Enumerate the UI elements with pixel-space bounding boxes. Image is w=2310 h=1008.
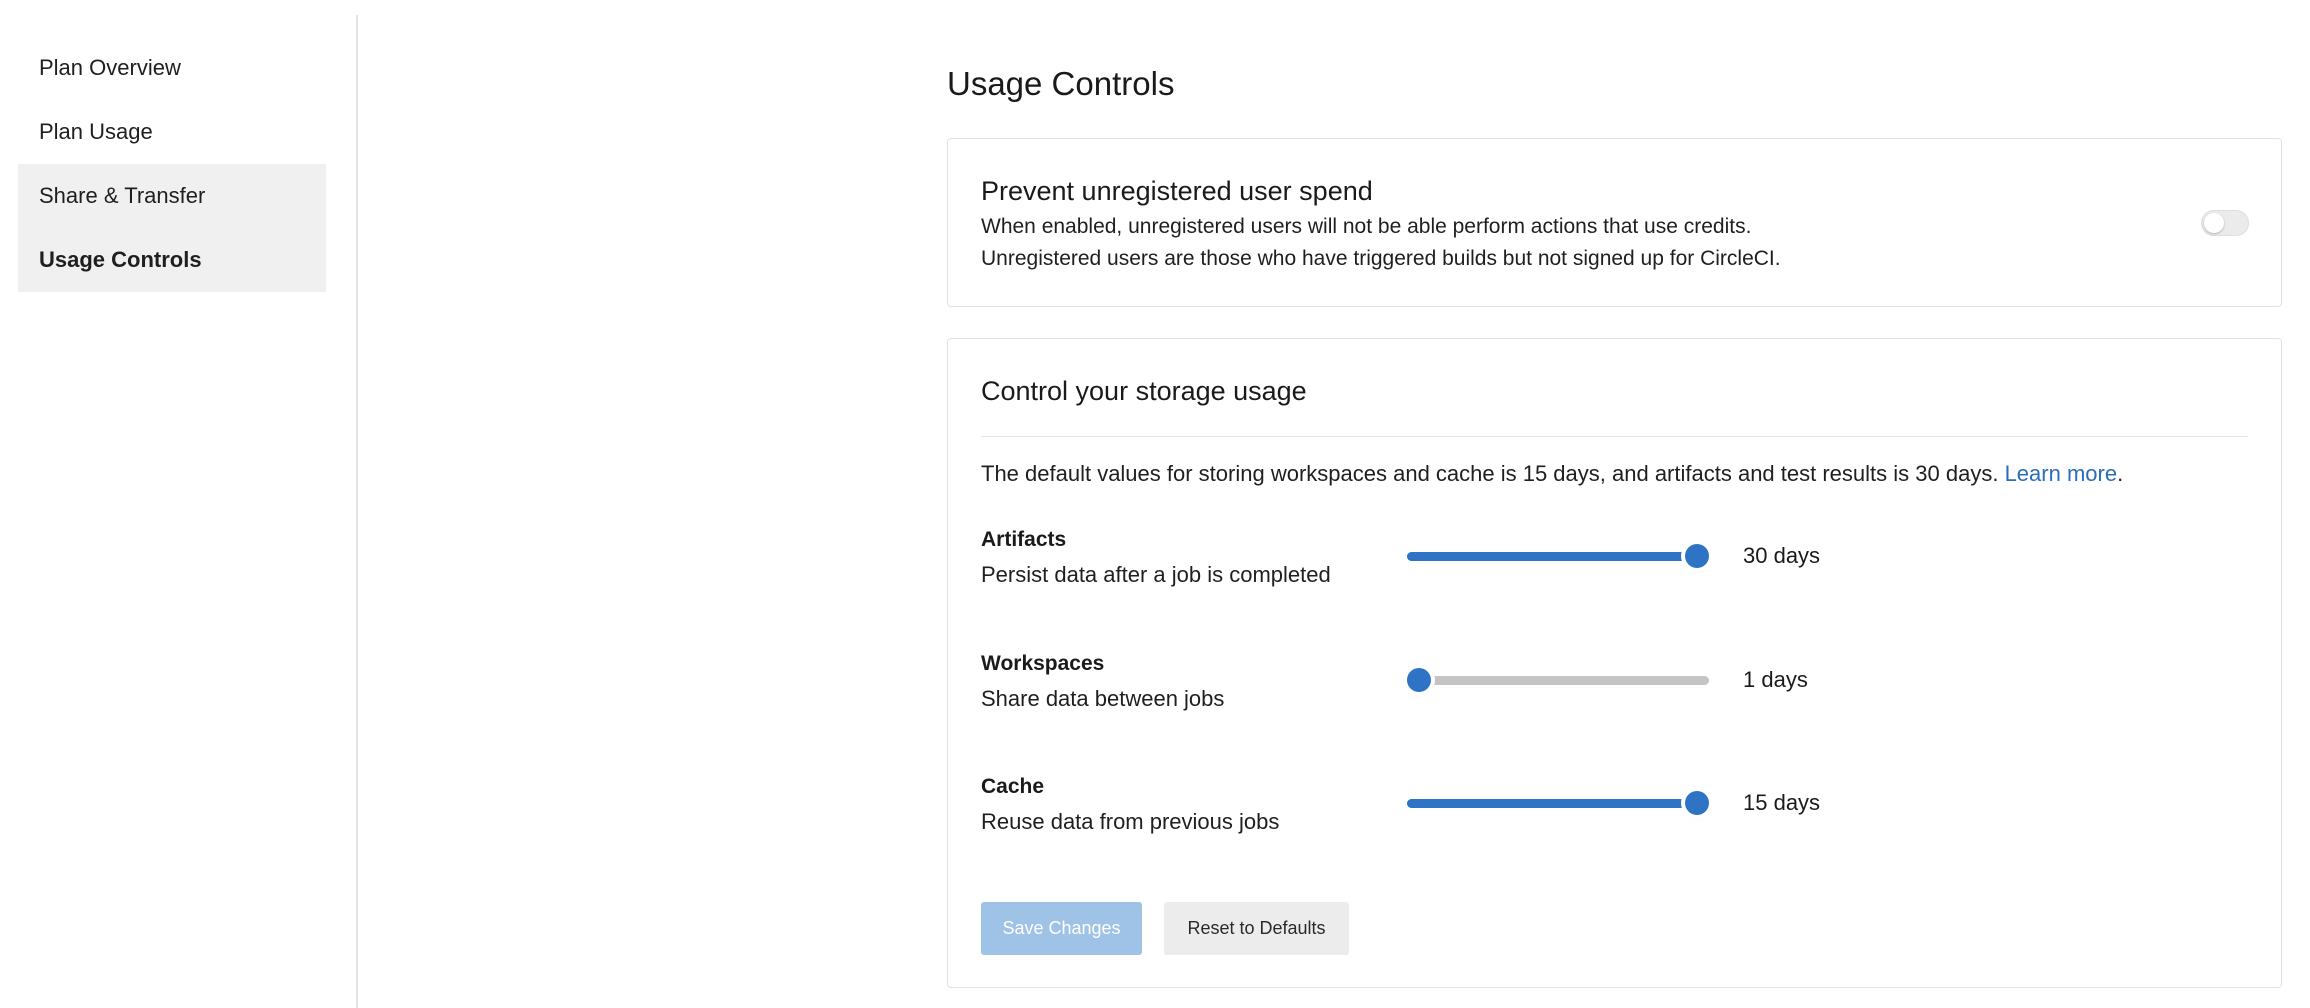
workspaces-slider[interactable] [1407, 665, 1709, 695]
slider-fill [1407, 552, 1697, 561]
slider-thumb[interactable] [1407, 668, 1431, 692]
artifacts-value: 30 days [1743, 543, 1821, 568]
unregistered-spend-desc-line1: When enabled, unregistered users will no… [981, 215, 1752, 238]
artifacts-slider[interactable] [1407, 541, 1709, 571]
sidebar-nav: Plan Overview Plan Usage Share & Transfe… [18, 36, 326, 292]
unregistered-spend-card: Prevent unregistered user spend When ena… [947, 138, 2282, 307]
slider-thumb[interactable] [1685, 544, 1709, 568]
sidebar: Plan Overview Plan Usage Share & Transfe… [0, 15, 358, 1008]
workspaces-label: Workspaces [981, 652, 1105, 675]
artifacts-description: Persist data after a job is completed [981, 562, 1331, 587]
unregistered-spend-title: Prevent unregistered user spend [981, 176, 1373, 206]
page-title: Usage Controls [947, 65, 1175, 102]
cache-row: Cache Reuse data from previous jobs 15 d… [981, 772, 2231, 842]
cache-description: Reuse data from previous jobs [981, 809, 1280, 834]
artifacts-row: Artifacts Persist data after a job is co… [981, 525, 2231, 595]
slider-track [1407, 676, 1709, 685]
learn-more-link[interactable]: Learn more [2005, 461, 2118, 486]
sidebar-item-share-transfer[interactable]: Share & Transfer [18, 164, 326, 228]
storage-usage-card: Control your storage usage The default v… [947, 338, 2282, 988]
workspaces-value: 1 days [1743, 667, 1808, 692]
cache-value: 15 days [1743, 790, 1821, 815]
storage-intro-sentence: The default values for storing workspace… [981, 461, 1999, 486]
toggle-knob [2204, 213, 2224, 233]
save-changes-button[interactable]: Save Changes [981, 902, 1142, 955]
unregistered-spend-description: When enabled, unregistered users will no… [981, 211, 1781, 275]
sidebar-item-plan-usage[interactable]: Plan Usage [18, 100, 326, 164]
storage-intro-period: . [2117, 461, 2124, 486]
storage-intro-text: The default values for storing workspace… [981, 458, 2123, 490]
reset-to-defaults-button[interactable]: Reset to Defaults [1164, 902, 1349, 955]
slider-thumb[interactable] [1685, 791, 1709, 815]
sidebar-item-plan-overview[interactable]: Plan Overview [18, 36, 326, 100]
artifacts-label: Artifacts [981, 528, 1067, 551]
workspaces-description: Share data between jobs [981, 686, 1225, 711]
app: Plan Overview Plan Usage Share & Transfe… [0, 0, 2310, 1008]
unregistered-spend-desc-line2: Unregistered users are those who have tr… [981, 247, 1781, 270]
cache-slider[interactable] [1407, 788, 1709, 818]
workspaces-row: Workspaces Share data between jobs 1 day… [981, 649, 2231, 719]
divider [981, 436, 2248, 437]
sidebar-item-usage-controls[interactable]: Usage Controls [18, 228, 326, 292]
slider-fill [1407, 799, 1697, 808]
storage-usage-title: Control your storage usage [981, 376, 1307, 406]
cache-label: Cache [981, 775, 1045, 798]
unregistered-spend-toggle[interactable] [2201, 210, 2249, 236]
